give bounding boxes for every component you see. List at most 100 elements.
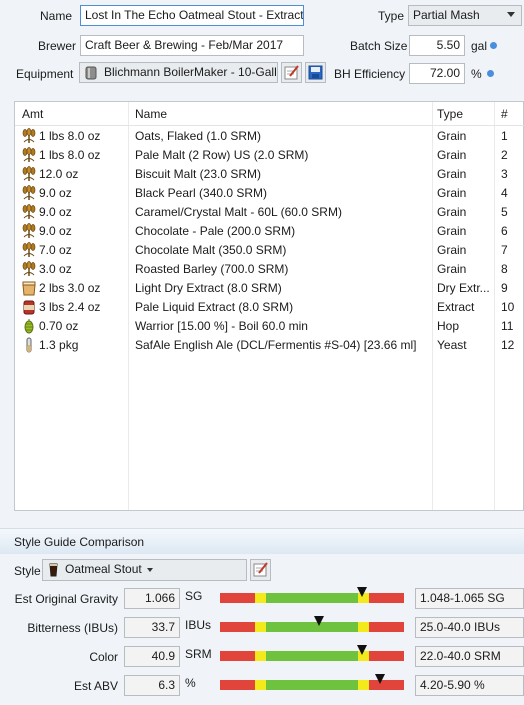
ingredient-row[interactable]: 7.0 oz Chocolate Malt (350.0 SRM) Grain 7 (15, 241, 524, 260)
bh-efficiency-label: BH Efficiency (334, 67, 406, 81)
kettle-icon (85, 66, 97, 82)
gauge-segment (358, 680, 370, 690)
save-disk-icon (308, 65, 323, 80)
ingredient-amount: 7.0 oz (39, 243, 72, 257)
ingredient-name: Oats, Flaked (1.0 SRM) (135, 129, 262, 143)
gauge-segment (266, 651, 358, 661)
amt-column-header[interactable]: Amt (22, 107, 43, 121)
chevron-down-icon (507, 12, 515, 17)
gauge-segment (254, 680, 266, 690)
ingredient-row[interactable]: 12.0 oz Biscuit Malt (23.0 SRM) Grain 3 (15, 165, 524, 184)
ingredient-name: Roasted Barley (700.0 SRM) (135, 262, 289, 276)
metric-unit: % (185, 676, 196, 690)
gauge-segment (220, 651, 255, 661)
ingredient-number: 3 (501, 167, 508, 181)
metric-unit: IBUs (185, 618, 212, 632)
brewer-field[interactable]: Craft Beer & Brewing - Feb/Mar 2017 (80, 35, 304, 56)
ingredient-type: Grain (437, 262, 467, 276)
ingredient-row[interactable]: 1.3 pkg SafAle English Ale (DCL/Fermentis… (15, 336, 524, 355)
ingredient-amount: 0.70 oz (39, 319, 79, 333)
efficiency-unit-label: % (471, 67, 482, 81)
gauge-segment (254, 622, 266, 632)
ingredient-number: 12 (501, 338, 515, 352)
metric-label: Color (89, 650, 118, 664)
metric-style-range: 4.20-5.90 % (415, 675, 524, 696)
grain-icon (21, 166, 37, 182)
ingredient-row[interactable]: 0.70 oz Warrior [15.00 %] - Boil 60.0 min… (15, 317, 524, 336)
ingredient-number: 6 (501, 224, 508, 238)
ingredient-name: Black Pearl (340.0 SRM) (135, 186, 268, 200)
batch-size-field[interactable]: 5.50 (409, 35, 465, 56)
recipe-name-field[interactable]: Lost In The Echo Oatmeal Stout - Extract (80, 5, 304, 26)
equipment-label: Equipment (16, 67, 74, 81)
extract-can-icon (21, 299, 37, 315)
style-info-button[interactable] (250, 559, 271, 581)
ingredient-row[interactable]: 2 lbs 3.0 oz Light Dry Extract (8.0 SRM) D… (15, 279, 524, 298)
grain-icon (21, 223, 37, 239)
ingredients-table[interactable]: Amt Name Type # 1 lbs 8.0 oz Oats, Flaked… (14, 101, 524, 511)
metric-gauge (220, 616, 404, 632)
ingredient-row[interactable]: 9.0 oz Caramel/Crystal Malt - 60L (60.0 S… (15, 203, 524, 222)
ingredient-number: 2 (501, 148, 508, 162)
style-dropdown[interactable]: Oatmeal Stout (42, 559, 247, 581)
ingredient-row[interactable]: 9.0 oz Chocolate - Pale (200.0 SRM) Grain 6 (15, 222, 524, 241)
ingredient-amount: 1 lbs 8.0 oz (39, 148, 101, 162)
metric-value: 1.066 (124, 588, 180, 609)
ingredient-row[interactable]: 1 lbs 8.0 oz Oats, Flaked (1.0 SRM) Grain 1 (15, 127, 524, 146)
style-chevron-icon (147, 568, 153, 572)
recipe-type-value: Partial Mash (413, 8, 480, 22)
style-value: Oatmeal Stout (65, 562, 142, 576)
edit-checklist-icon (253, 562, 268, 577)
ingredient-amount: 3.0 oz (39, 262, 72, 276)
yeast-vial-icon (21, 337, 37, 353)
gauge-segment (369, 622, 404, 632)
metric-style-range: 25.0-40.0 IBUs (415, 617, 524, 638)
ingredient-type: Grain (437, 167, 467, 181)
beer-glass-icon (49, 563, 58, 580)
ingredient-type: Grain (437, 205, 467, 219)
edit-equipment-button[interactable] (281, 62, 302, 83)
ingredient-amount: 9.0 oz (39, 205, 72, 219)
gauge-segment (266, 593, 358, 603)
brewer-label: Brewer (38, 39, 77, 53)
style-guide-header: Style Guide Comparison (0, 528, 524, 554)
ingredient-name: Pale Liquid Extract (8.0 SRM) (135, 300, 294, 314)
ingredient-name: Light Dry Extract (8.0 SRM) (135, 281, 282, 295)
save-equipment-button[interactable] (305, 62, 326, 83)
type-column-header[interactable]: Type (437, 107, 463, 121)
ingredient-type: Grain (437, 224, 467, 238)
ingredient-number: 9 (501, 281, 508, 295)
gauge-segment (266, 622, 358, 632)
batch-info-dot-icon[interactable] (490, 42, 497, 49)
hop-icon (21, 318, 37, 334)
ingredient-amount: 9.0 oz (39, 186, 72, 200)
ingredient-row[interactable]: 3.0 oz Roasted Barley (700.0 SRM) Grain 8 (15, 260, 524, 279)
number-column-header[interactable]: # (501, 107, 508, 121)
metric-gauge (220, 587, 404, 603)
gauge-marker-icon (375, 674, 386, 684)
gauge-marker-icon (314, 616, 325, 626)
recipe-type-dropdown[interactable]: Partial Mash (408, 5, 522, 26)
metric-label: Est Original Gravity (14, 592, 118, 606)
name-label: Name (40, 9, 73, 23)
metric-style-range: 22.0-40.0 SRM (415, 646, 524, 667)
bh-efficiency-field[interactable]: 72.00 (409, 63, 465, 84)
ingredient-type: Hop (437, 319, 460, 333)
metric-value: 6.3 (124, 675, 180, 696)
ingredient-amount: 1 lbs 8.0 oz (39, 129, 101, 143)
efficiency-info-dot-icon[interactable] (487, 70, 494, 77)
ingredient-number: 4 (501, 186, 508, 200)
ingredient-type: Grain (437, 186, 467, 200)
ingredient-row[interactable]: 1 lbs 8.0 oz Pale Malt (2 Row) US (2.0 SR… (15, 146, 524, 165)
name-column-header[interactable]: Name (135, 107, 167, 121)
gauge-segment (369, 651, 404, 661)
equipment-dropdown[interactable]: Blichmann BoilerMaker - 10-Gallo (79, 62, 278, 83)
ingredient-name: SafAle English Ale (DCL/Fermentis #S-04)… (135, 338, 417, 352)
ingredient-row[interactable]: 9.0 oz Black Pearl (340.0 SRM) Grain 4 (15, 184, 524, 203)
ingredient-amount: 2 lbs 3.0 oz (39, 281, 101, 295)
ingredient-type: Grain (437, 129, 467, 143)
ingredient-row[interactable]: 3 lbs 2.4 oz Pale Liquid Extract (8.0 SRM… (15, 298, 524, 317)
edit-checklist-icon (284, 65, 299, 80)
metric-style-range: 1.048-1.065 SG (415, 588, 524, 609)
ingredient-type: Grain (437, 148, 467, 162)
